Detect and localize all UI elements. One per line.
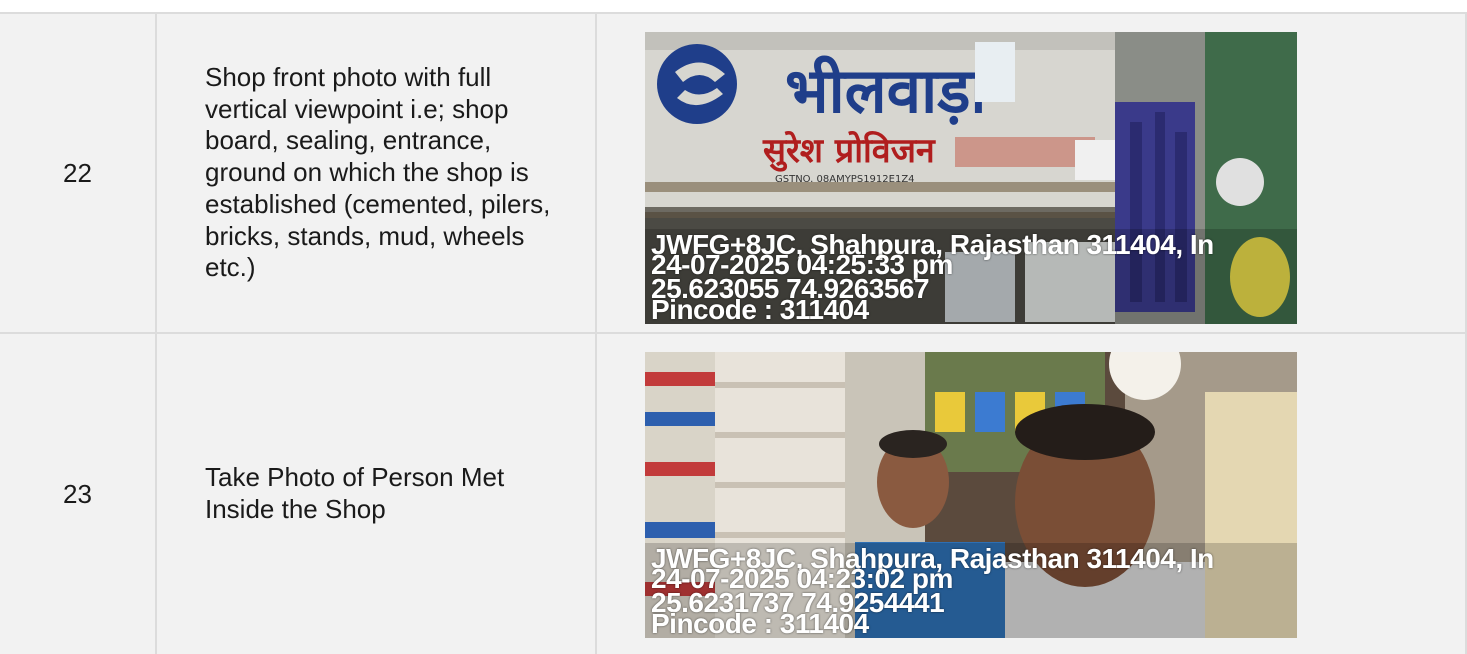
row-description: Take Photo of Person Met Inside the Shop [157,334,597,654]
geotag-pincode: Pincode : 311404 [651,608,869,638]
svg-text:भीलवाड़ा: भीलवाड़ा [785,54,988,127]
row-number: 23 [0,334,157,654]
photo-cell: भीलवाड़ा सुरेश प्रोविजन GSTNO. 08AMYPS19… [597,14,1467,332]
row-number: 22 [0,14,157,332]
person-met-photo: JWFG+8JC, Shahpura, Rajasthan 311404, In… [645,352,1297,638]
geotag-overlay: JWFG+8JC, Shahpura, Rajasthan 311404, In… [645,543,1297,638]
shop-front-photo: भीलवाड़ा सुरेश प्रोविजन GSTNO. 08AMYPS19… [645,32,1297,324]
geotag-pincode: Pincode : 311404 [651,294,869,324]
svg-text:सुरेश प्रोविजन: सुरेश प्रोविजन [762,130,936,172]
table-row: 22 Shop front photo with full vertical v… [0,14,1467,334]
photo-cell: JWFG+8JC, Shahpura, Rajasthan 311404, In… [597,334,1467,654]
table-row: 23 Take Photo of Person Met Inside the S… [0,334,1467,654]
row-description: Shop front photo with full vertical view… [157,14,597,332]
report-table: 22 Shop front photo with full vertical v… [0,12,1467,654]
geotag-overlay: JWFG+8JC, Shahpura, Rajasthan 311404, In… [645,229,1297,324]
